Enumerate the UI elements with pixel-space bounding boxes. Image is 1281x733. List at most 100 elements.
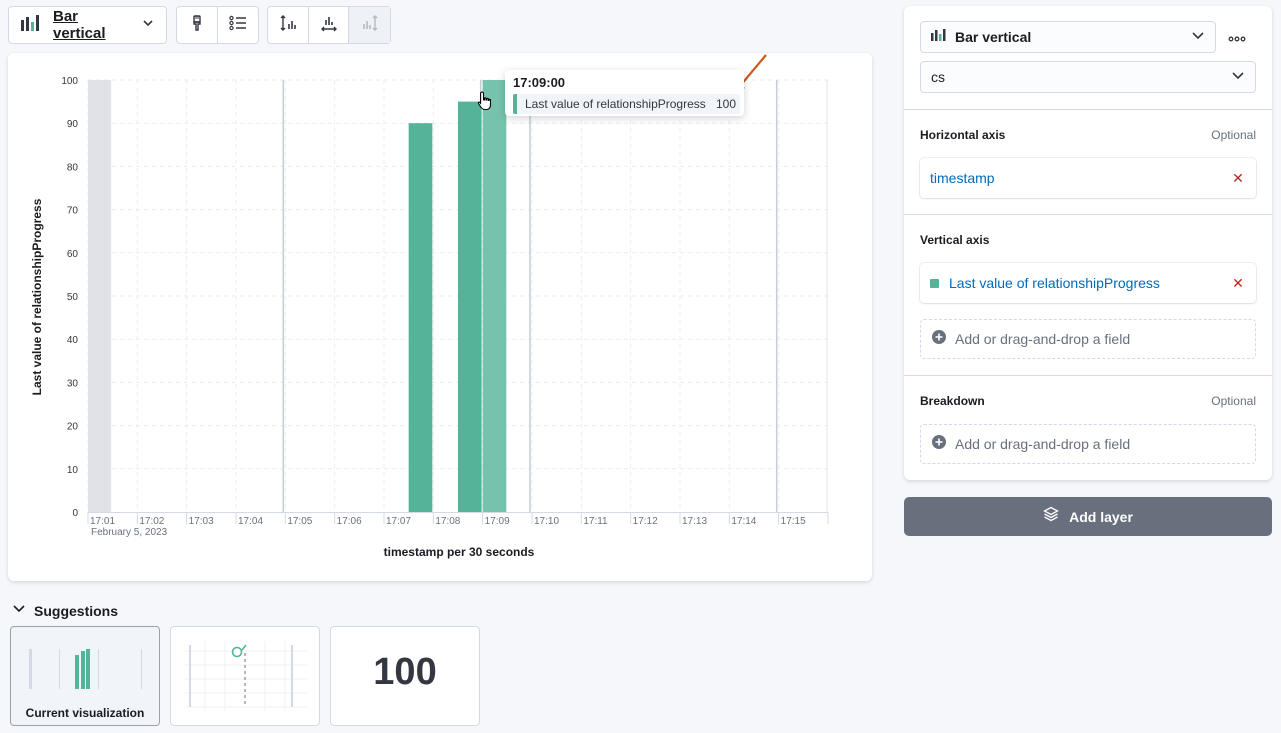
divider xyxy=(904,109,1272,110)
bar-chart-thumbnail xyxy=(29,649,142,689)
y-tick-label: 80 xyxy=(67,162,79,173)
divider xyxy=(904,214,1272,215)
y-tick-label: 10 xyxy=(67,465,79,476)
bottom-axis-icon xyxy=(320,14,338,37)
horizontal-axis-optional: Optional xyxy=(1211,128,1256,142)
remove-icon[interactable]: ✕ xyxy=(1230,170,1246,187)
left-axis-icon xyxy=(279,14,297,37)
suggestion-caption: Current visualization xyxy=(25,706,145,720)
right-axis-button[interactable] xyxy=(349,7,390,43)
x-tick-label: 17:15 xyxy=(781,516,806,527)
pointer-cursor-icon xyxy=(477,91,492,111)
vertical-axis-field[interactable]: Last value of relationshipProgress ✕ xyxy=(920,263,1256,303)
breakdown-title: Breakdown xyxy=(920,394,985,408)
axis-settings-button-group xyxy=(267,6,391,44)
suggestions-toggle[interactable]: Suggestions xyxy=(12,601,118,620)
breakdown-optional: Optional xyxy=(1211,394,1256,408)
horizontal-axis-field[interactable]: timestamp ✕ xyxy=(920,158,1256,198)
add-field-label: Add or drag-and-drop a field xyxy=(955,331,1131,347)
add-layer-label: Add layer xyxy=(1069,508,1133,525)
x-axis-title: timestamp per 30 seconds xyxy=(384,545,535,559)
chevron-down-icon xyxy=(12,601,26,620)
chart-tooltip: 17:09:00 Last value of relationshipProgr… xyxy=(505,70,744,116)
x-tick-label: 17:10 xyxy=(534,516,559,527)
layer-config-panel: Bar vertical cs Horizontal axis Optional… xyxy=(904,6,1272,480)
index-pattern-label: cs xyxy=(931,69,945,85)
list-bullet-icon xyxy=(229,15,247,36)
y-tick-label: 20 xyxy=(67,422,79,433)
x-tick-label: 17:07 xyxy=(386,516,411,527)
y-axis-title: Last value of relationshipProgress xyxy=(30,198,44,395)
breakdown-add-field[interactable]: Add or drag-and-drop a field xyxy=(920,424,1256,464)
remove-icon[interactable]: ✕ xyxy=(1230,275,1246,292)
bar-chart[interactable]: 0 10 20 30 40 50 60 70 80 90 100 17:01 17:02 17:03 17:… xyxy=(8,53,872,581)
plus-in-circle-icon xyxy=(931,434,947,455)
bar[interactable] xyxy=(482,80,507,512)
tooltip-value: 100 xyxy=(715,97,736,111)
series-color-swatch xyxy=(930,278,939,288)
paintbrush-icon xyxy=(189,14,205,36)
vertical-axis-add-field[interactable]: Add or drag-and-drop a field xyxy=(920,319,1256,359)
bar[interactable] xyxy=(458,101,482,512)
suggestion-line-chart[interactable] xyxy=(170,626,320,726)
x-tick-label: 17:09 xyxy=(485,516,510,527)
out-of-range-band xyxy=(88,80,112,512)
layer-actions-button[interactable] xyxy=(1228,31,1246,49)
appearance-button-group xyxy=(176,6,259,44)
layers-icon xyxy=(1043,506,1059,527)
vertical-axis-field-label: Last value of relationshipProgress xyxy=(949,275,1160,291)
y-tick-label: 0 xyxy=(72,508,78,519)
x-tick-label: 17:01 xyxy=(90,516,115,527)
tooltip-row: Last value of relationshipProgress 100 xyxy=(513,94,740,114)
chevron-down-icon xyxy=(142,16,154,34)
index-pattern-select[interactable]: cs xyxy=(920,61,1256,93)
bar-chart-icon xyxy=(21,14,43,36)
x-tick-label: 17:12 xyxy=(633,516,658,527)
line-chart-thumbnail xyxy=(185,641,307,711)
bar-chart-icon xyxy=(931,28,947,46)
x-tick-label: 17:08 xyxy=(435,516,460,527)
chart-type-select[interactable]: Bar vertical xyxy=(920,21,1216,53)
x-tick-label: 17:02 xyxy=(139,516,164,527)
more-horizontal-icon xyxy=(1228,31,1246,48)
y-tick-label: 90 xyxy=(67,119,79,130)
suggestion-current-visualization[interactable]: Current visualization xyxy=(10,626,160,726)
series-color-swatch xyxy=(513,94,517,114)
horizontal-axis-title: Horizontal axis xyxy=(920,128,1006,142)
chevron-down-icon xyxy=(1231,68,1245,87)
metric-value: 100 xyxy=(373,651,437,693)
style-button[interactable] xyxy=(177,7,218,43)
left-axis-button[interactable] xyxy=(268,7,309,43)
x-tick-label: 17:05 xyxy=(287,516,312,527)
suggestion-metric[interactable]: 100 xyxy=(330,626,480,726)
right-axis-icon xyxy=(361,14,379,37)
horizontal-axis-field-label: timestamp xyxy=(930,170,995,186)
chart-panel: 0 10 20 30 40 50 60 70 80 90 100 17:01 17:02 17:03 17:… xyxy=(8,53,872,581)
legend-button[interactable] xyxy=(218,7,259,43)
visualization-type-switcher[interactable]: Bar vertical xyxy=(8,6,167,44)
y-tick-label: 50 xyxy=(67,292,79,303)
tooltip-title: 17:09:00 xyxy=(513,75,566,90)
x-axis-date-label: February 5, 2023 xyxy=(91,527,168,538)
x-tick-label: 17:14 xyxy=(731,516,756,527)
y-tick-label: 60 xyxy=(67,249,79,260)
vertical-axis-title: Vertical axis xyxy=(920,233,990,247)
y-tick-label: 30 xyxy=(67,378,79,389)
x-tick-label: 17:06 xyxy=(337,516,362,527)
visualization-type-label: Bar vertical xyxy=(53,8,106,42)
y-tick-label: 100 xyxy=(61,76,78,87)
x-tick-label: 17:11 xyxy=(583,516,608,527)
chevron-down-icon xyxy=(1191,28,1205,47)
y-tick-label: 70 xyxy=(67,206,79,217)
x-tick-label: 17:04 xyxy=(238,516,263,527)
bottom-axis-button[interactable] xyxy=(309,7,350,43)
add-field-label: Add or drag-and-drop a field xyxy=(955,436,1131,452)
bar[interactable] xyxy=(408,123,433,512)
suggestions-title: Suggestions xyxy=(34,602,119,619)
plus-in-circle-icon xyxy=(931,329,947,350)
tooltip-series-label: Last value of relationshipProgress xyxy=(525,97,706,111)
chart-type-label: Bar vertical xyxy=(955,29,1032,45)
y-tick-label: 40 xyxy=(67,335,79,346)
add-layer-button[interactable]: Add layer xyxy=(904,497,1272,536)
divider xyxy=(904,375,1272,376)
